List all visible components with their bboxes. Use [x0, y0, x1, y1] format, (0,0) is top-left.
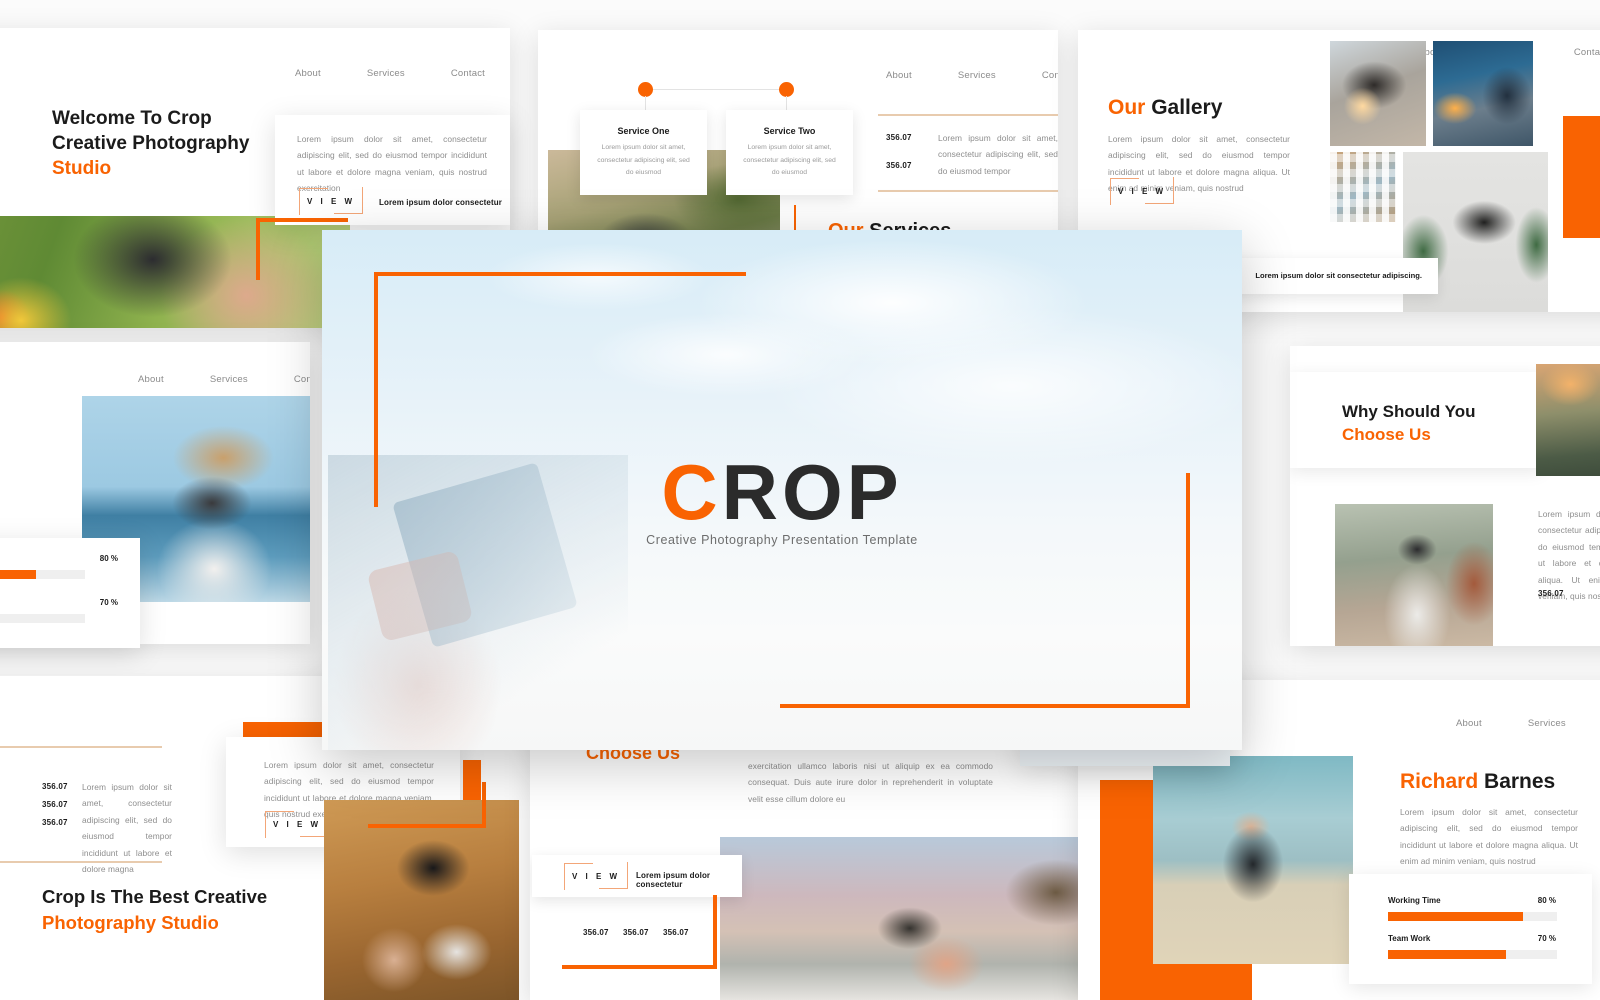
slide-showcase-canvas: About Services Contact Welcome To Crop C… — [0, 0, 1600, 1000]
services-timeline-dot-1 — [638, 82, 653, 97]
profile-name: Richard Barnes — [1400, 770, 1555, 794]
gallery-heading-orange: Our — [1108, 96, 1146, 119]
slide-portrait-nav: About Services Contact — [138, 374, 310, 385]
nav-about[interactable]: About — [138, 374, 164, 385]
why-choose-title-card: Why Should You Choose Us — [1290, 372, 1542, 468]
choose-us-view-caption: Lorem ipsum dolor consectetur — [636, 871, 711, 889]
slide-welcome-title: Welcome To Crop Creative Photography Stu… — [52, 106, 249, 181]
nav-services[interactable]: Services — [367, 68, 405, 79]
service-card-title: Service One — [617, 126, 670, 136]
portrait-bar-fill — [0, 570, 36, 579]
services-stats-text: Lorem ipsum dolor sit amet, consectetur … — [938, 133, 1058, 176]
service-card-text: Lorem ipsum dolor sit amet, consectetur … — [597, 144, 690, 177]
why-choose-title-line2: Choose Us — [1342, 425, 1431, 445]
why-choose-stat: 356.07 — [1538, 589, 1564, 598]
best-view-button[interactable]: V I E W — [265, 810, 329, 838]
best-title-line1: Crop Is The Best Creative — [42, 886, 268, 907]
slide-portrait-bars-card: 80 % 70 % — [0, 538, 140, 648]
best-stat-value: 356.07 — [42, 800, 68, 809]
service-card-text: Lorem ipsum dolor sit amet, consectetur … — [743, 144, 836, 177]
welcome-card-paragraph: Lorem ipsum dolor sit amet, consectetur … — [297, 134, 487, 194]
why-choose-title-line1: Why Should You — [1342, 402, 1476, 421]
gallery-photo-moodboard[interactable] — [1330, 152, 1396, 222]
profile-bar-fill — [1388, 950, 1506, 959]
gallery-view-button[interactable]: V I E W — [1110, 177, 1174, 205]
choose-us-view-button[interactable]: V I E W — [564, 862, 628, 890]
best-stat-value: 356.07 — [42, 782, 68, 791]
services-timeline-line — [646, 89, 786, 90]
services-stats-rule-bottom — [878, 190, 1058, 192]
profile-bar-pct: 70 % — [1537, 934, 1556, 943]
nav-services[interactable]: Services — [210, 374, 248, 385]
nav-services[interactable]: Services — [1528, 718, 1566, 729]
service-card[interactable]: Service Two Lorem ipsum dolor sit amet, … — [726, 110, 853, 195]
profile-bar-label: Team Work — [1388, 934, 1431, 943]
service-card[interactable]: Service One Lorem ipsum dolor sit amet, … — [580, 110, 707, 195]
services-timeline-dot-2 — [779, 82, 794, 97]
hero-logo-first-letter: C — [661, 448, 722, 536]
nav-contact[interactable]: Contact — [294, 374, 310, 385]
nav-contact[interactable]: Contact — [1042, 70, 1058, 81]
welcome-title-line1: Welcome To Crop — [52, 108, 212, 129]
view-button-label: V I E W — [272, 819, 322, 829]
hero-tagline: Creative Photography Presentation Templa… — [646, 533, 918, 547]
slide-welcome-detail-card: Lorem ipsum dolor sit amet, consectetur … — [275, 115, 510, 225]
nav-about[interactable]: About — [1456, 718, 1482, 729]
best-photo-camera-toss[interactable] — [324, 800, 519, 1000]
nav-services[interactable]: Services — [958, 70, 996, 81]
portrait-bar-pct: 70 % — [99, 598, 118, 607]
gallery-photo-city-night[interactable] — [1433, 41, 1533, 146]
profile-bar-label: Working Time — [1388, 896, 1441, 905]
best-title-line2: Photography Studio — [42, 911, 219, 933]
best-stats-rule-top — [0, 746, 162, 748]
why-choose-photo-sunset-trees[interactable] — [1536, 364, 1600, 476]
profile-photo-photographer[interactable] — [1153, 756, 1353, 964]
view-button-label: V I E W — [1117, 186, 1167, 196]
hero-logo-rest: ROP — [721, 448, 903, 536]
services-stat-value: 356.07 — [886, 133, 912, 142]
best-stat-value: 356.07 — [42, 818, 68, 827]
services-stat-value: 356.07 — [886, 161, 912, 170]
welcome-title-line3: Studio — [52, 158, 112, 180]
slide-why-choose-us[interactable]: Why Should You Choose Us Lorem ipsum dol… — [1290, 346, 1600, 646]
best-stats-text: Lorem ipsum dolor sit amet, consectetur … — [82, 782, 172, 874]
profile-name-first: Richard — [1400, 770, 1479, 793]
choose-us-orange-frame — [562, 895, 717, 969]
profile-paragraph: Lorem ipsum dolor sit amet, consectetur … — [1400, 807, 1578, 867]
nav-about[interactable]: About — [295, 68, 321, 79]
services-stats-rule-top — [878, 114, 1058, 116]
gallery-orange-accent — [1563, 116, 1600, 238]
gallery-caption-text: Lorem ipsum dolor sit consectetur adipis… — [1255, 271, 1422, 280]
portrait-bar-pct: 80 % — [99, 554, 118, 563]
view-button-label: V I E W — [571, 871, 621, 881]
choose-us-view-card: V I E W Lorem ipsum dolor consectetur — [532, 855, 742, 897]
hero-logo: CROP — [322, 447, 1242, 538]
gallery-heading-black: Gallery — [1151, 96, 1223, 119]
profile-skills-card: Working Time 80 % Team Work 70 % — [1349, 874, 1592, 984]
service-card-title: Service Two — [763, 126, 816, 136]
slide-welcome-nav: About Services Contact — [295, 68, 485, 79]
profile-name-last: Barnes — [1484, 770, 1556, 793]
slide-hero-title[interactable]: CROP Creative Photography Presentation T… — [322, 230, 1242, 750]
best-orange-frame — [368, 782, 486, 828]
profile-bar-fill — [1388, 912, 1523, 921]
welcome-title-line2: Creative Photography — [52, 133, 250, 155]
welcome-view-button[interactable]: V I E W — [299, 187, 363, 215]
nav-contact[interactable]: Contact — [1574, 47, 1600, 58]
welcome-view-caption: Lorem ipsum dolor consectetur — [379, 198, 502, 207]
profile-bar-pct: 80 % — [1537, 896, 1556, 905]
choose-us-paragraph: exercitation ullamco laboris nisi ut ali… — [748, 761, 993, 804]
slide-profile-nav: About Services Contact — [1456, 718, 1600, 729]
view-button-label: V I E W — [306, 196, 356, 206]
best-title: Crop Is The Best Creative Photography St… — [42, 884, 267, 935]
nav-contact[interactable]: Contact — [451, 68, 485, 79]
gallery-heading: Our Gallery — [1108, 96, 1222, 120]
why-choose-photo-street[interactable] — [1335, 504, 1493, 646]
portrait-bar-track — [0, 614, 85, 623]
slide-services-nav: About Services Contact — [886, 70, 1058, 81]
gallery-photo-camera-sunset[interactable] — [1330, 41, 1426, 146]
choose-us-photo-drone[interactable] — [720, 837, 1085, 1000]
nav-about[interactable]: About — [886, 70, 912, 81]
